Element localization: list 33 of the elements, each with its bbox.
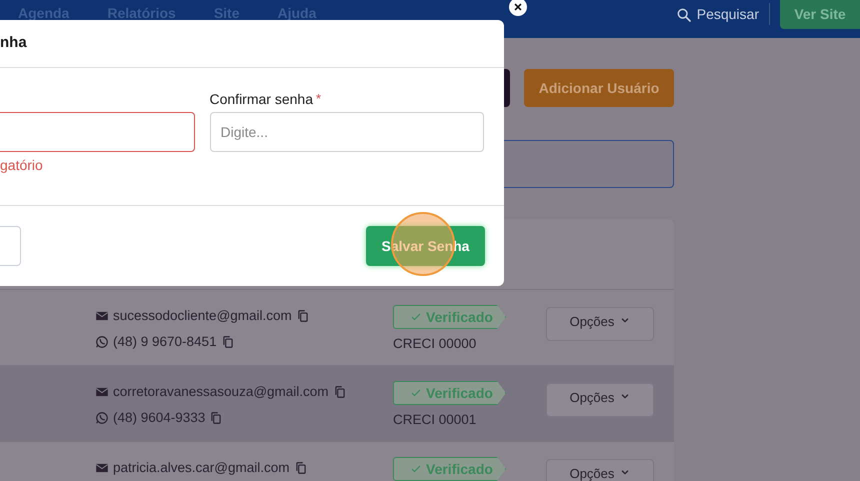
password-field[interactable]: [0, 112, 194, 152]
license-text: CRECI 00001: [393, 411, 478, 429]
options-button[interactable]: Opções: [546, 383, 654, 417]
close-icon: [513, 2, 523, 12]
email-text: corretoravanessasouza@gmail.com: [113, 383, 329, 401]
phone-chat-icon: [95, 411, 109, 426]
add-user-button[interactable]: Adicionar Usuário: [524, 69, 674, 107]
search-link[interactable]: Pesquisar: [676, 0, 759, 25]
error-message: gatório: [0, 156, 44, 175]
options-button[interactable]: Opções: [546, 459, 654, 481]
modal-title: nha: [0, 33, 27, 54]
phone-text: (48) 9 9670-8451: [113, 333, 217, 352]
phone-text: (48) 9604-9333: [113, 409, 206, 428]
check-icon: [410, 463, 422, 475]
copy-icon: [332, 385, 347, 400]
copy-icon: [294, 461, 308, 476]
required-marker: *: [316, 90, 322, 108]
copy-icon: [220, 335, 235, 350]
status-badge: Verificado: [393, 457, 506, 481]
view-site-button[interactable]: Ver Site: [780, 0, 860, 29]
status-badge: Verificado: [393, 305, 506, 329]
email-text: sucessodocliente@gmail.com: [113, 307, 292, 325]
check-icon: [410, 311, 422, 323]
phone-chat-icon: [95, 335, 109, 350]
email-text: patricia.alves.car@gmail.com: [113, 459, 290, 477]
field-label: Confirmar senha: [210, 90, 313, 108]
license-text: CRECI 00000: [393, 335, 478, 353]
copy-icon: [296, 309, 310, 324]
copy-icon: [209, 411, 224, 426]
status-badge: Verificado: [393, 381, 506, 405]
options-button[interactable]: Opções: [546, 307, 654, 341]
check-icon: [410, 387, 422, 399]
search-icon: [676, 6, 692, 22]
